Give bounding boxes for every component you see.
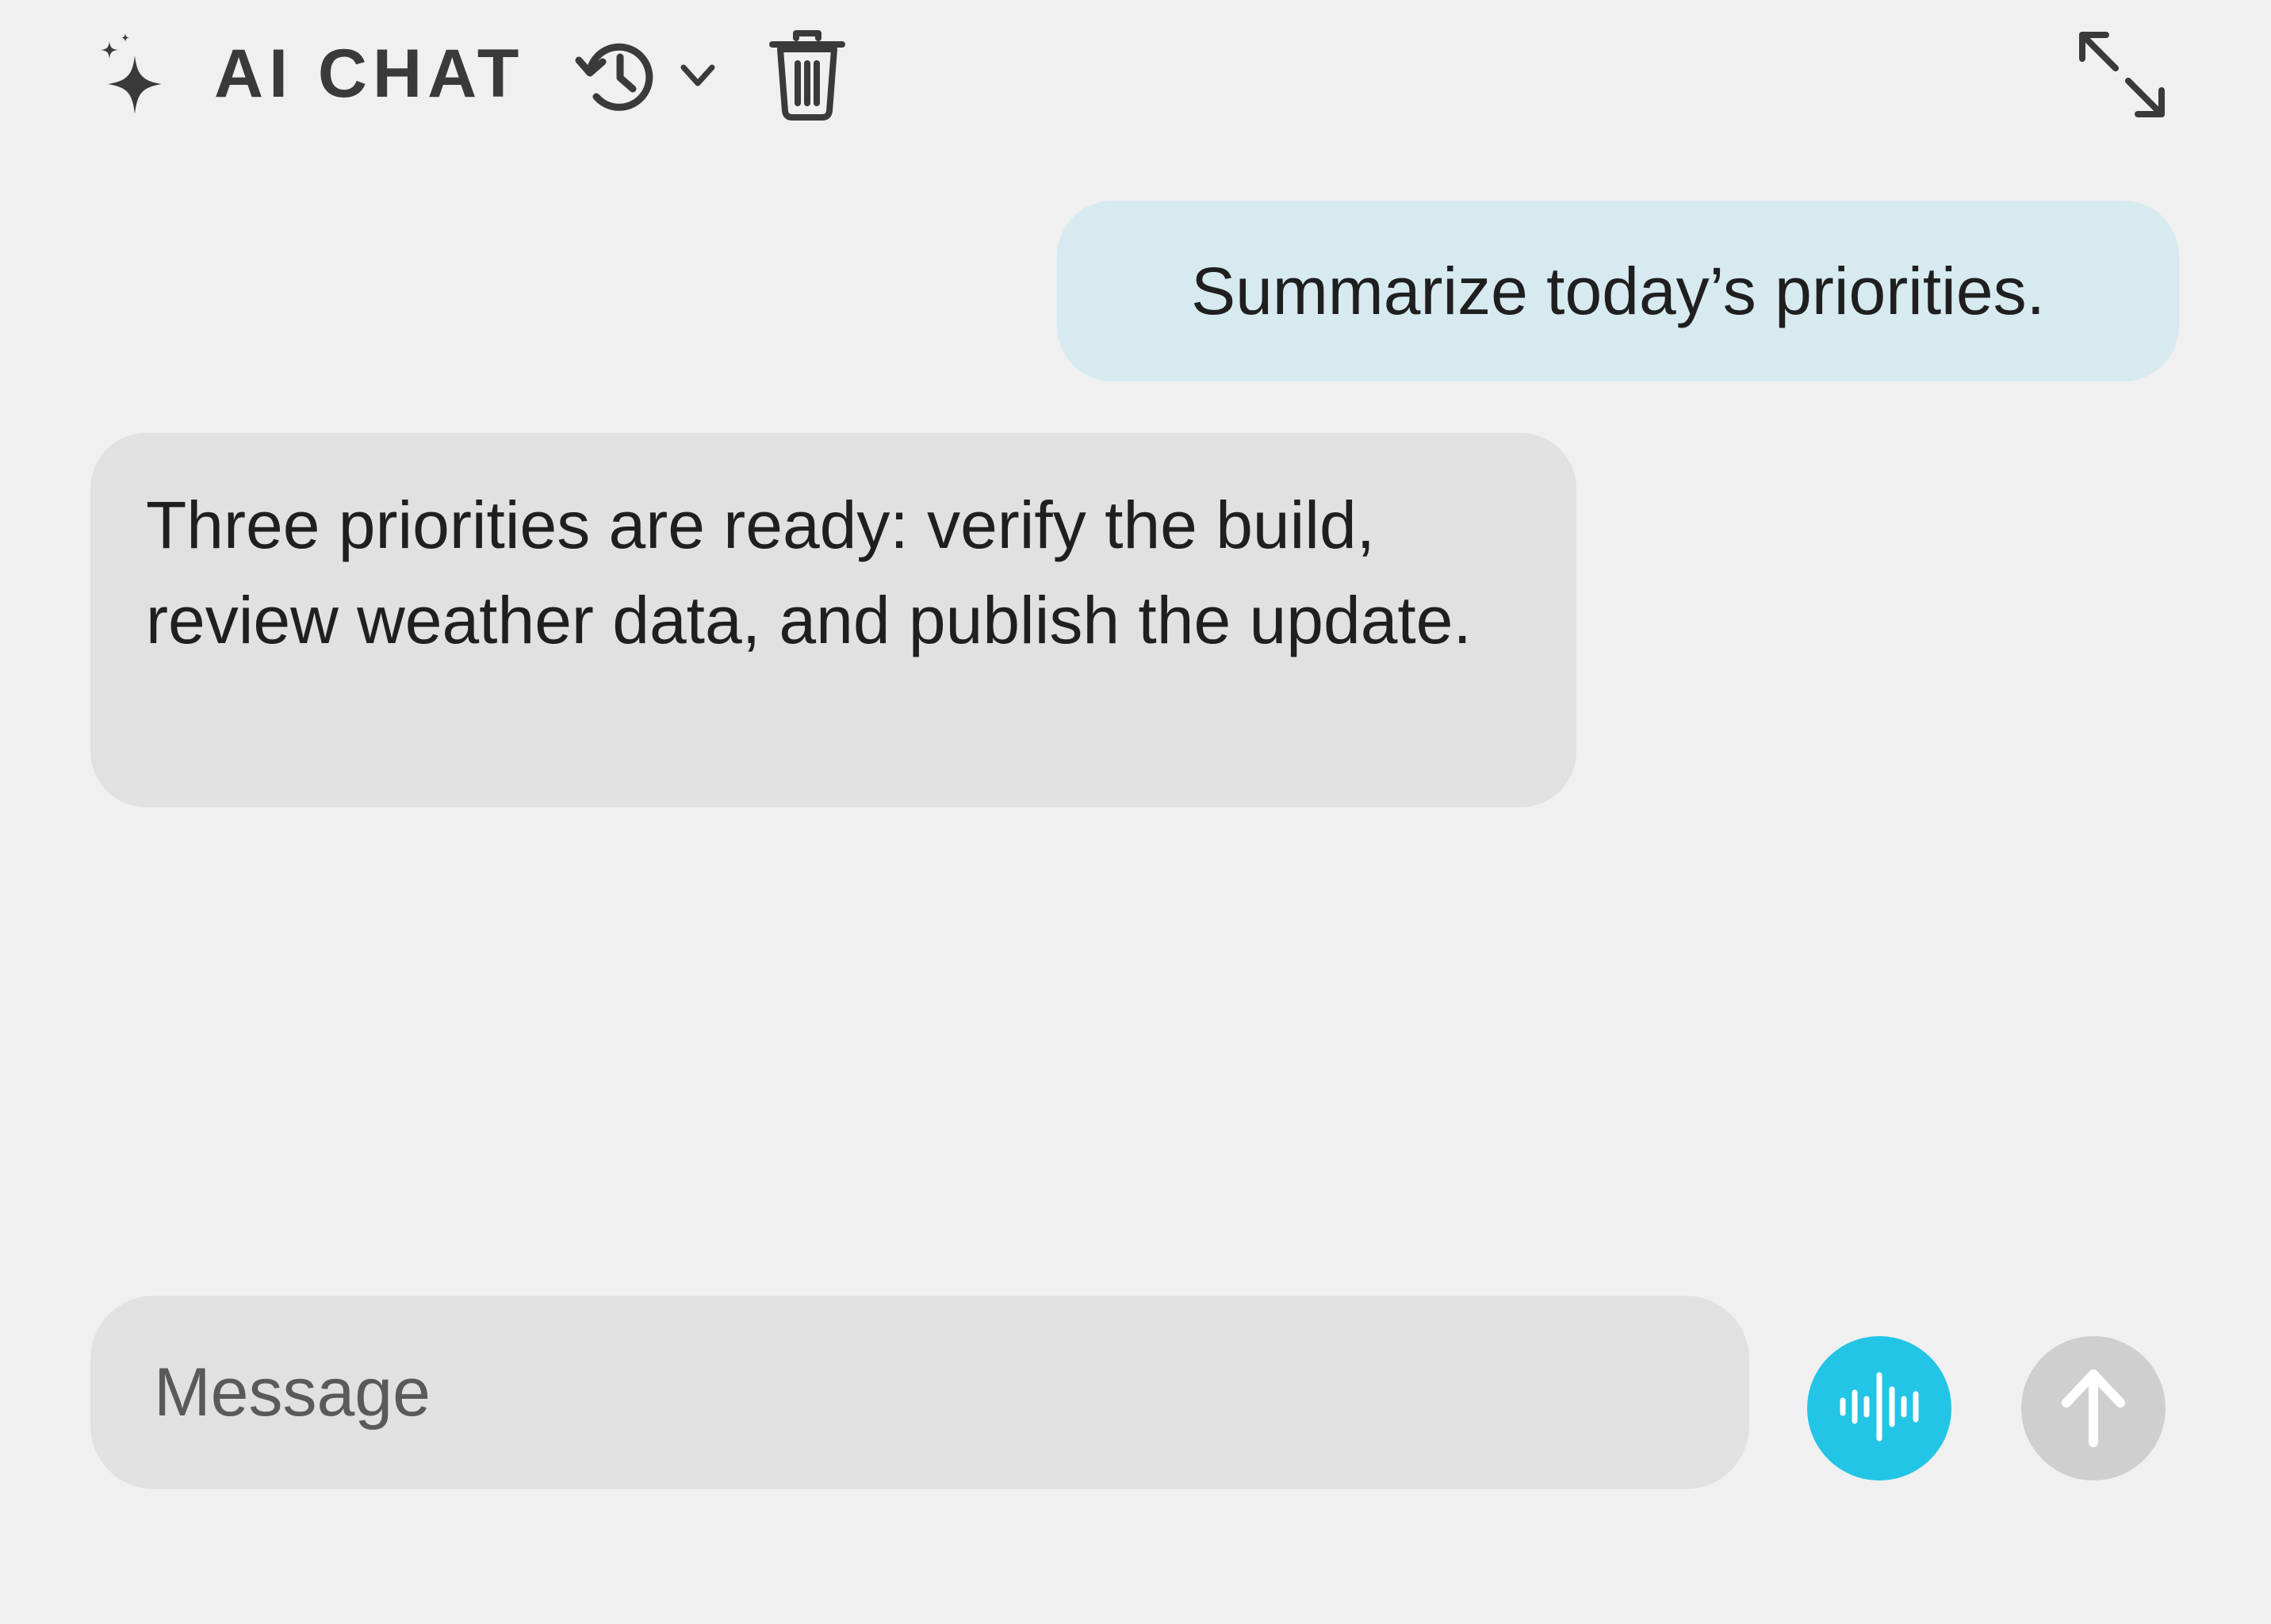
send-button[interactable]: [2021, 1336, 2166, 1480]
assistant-message-text: Three priorities are ready: verify the b…: [146, 488, 1472, 657]
message-input[interactable]: [90, 1296, 1749, 1489]
expand-icon[interactable]: [2073, 25, 2171, 124]
history-icon[interactable]: [573, 32, 660, 119]
sparkle-icon: [94, 32, 167, 119]
chevron-down-icon[interactable]: [674, 52, 722, 99]
trash-icon[interactable]: [768, 29, 847, 122]
voice-input-button[interactable]: [1807, 1336, 1951, 1480]
chat-title: AI CHAT: [214, 36, 525, 112]
chat-header: AI CHAT: [0, 0, 2271, 151]
user-message-bubble: Summarize today’s priorities.: [1057, 201, 2179, 381]
waveform-icon: [1832, 1359, 1927, 1458]
ai-chat-window: AI CHAT Summarize today’s priorities. Th…: [0, 0, 2271, 1624]
user-message-text: Summarize today’s priorities.: [1191, 254, 2045, 328]
history-menu-button[interactable]: [573, 32, 728, 119]
arrow-up-icon: [2054, 1363, 2133, 1454]
assistant-message-bubble: Three priorities are ready: verify the b…: [90, 433, 1576, 807]
